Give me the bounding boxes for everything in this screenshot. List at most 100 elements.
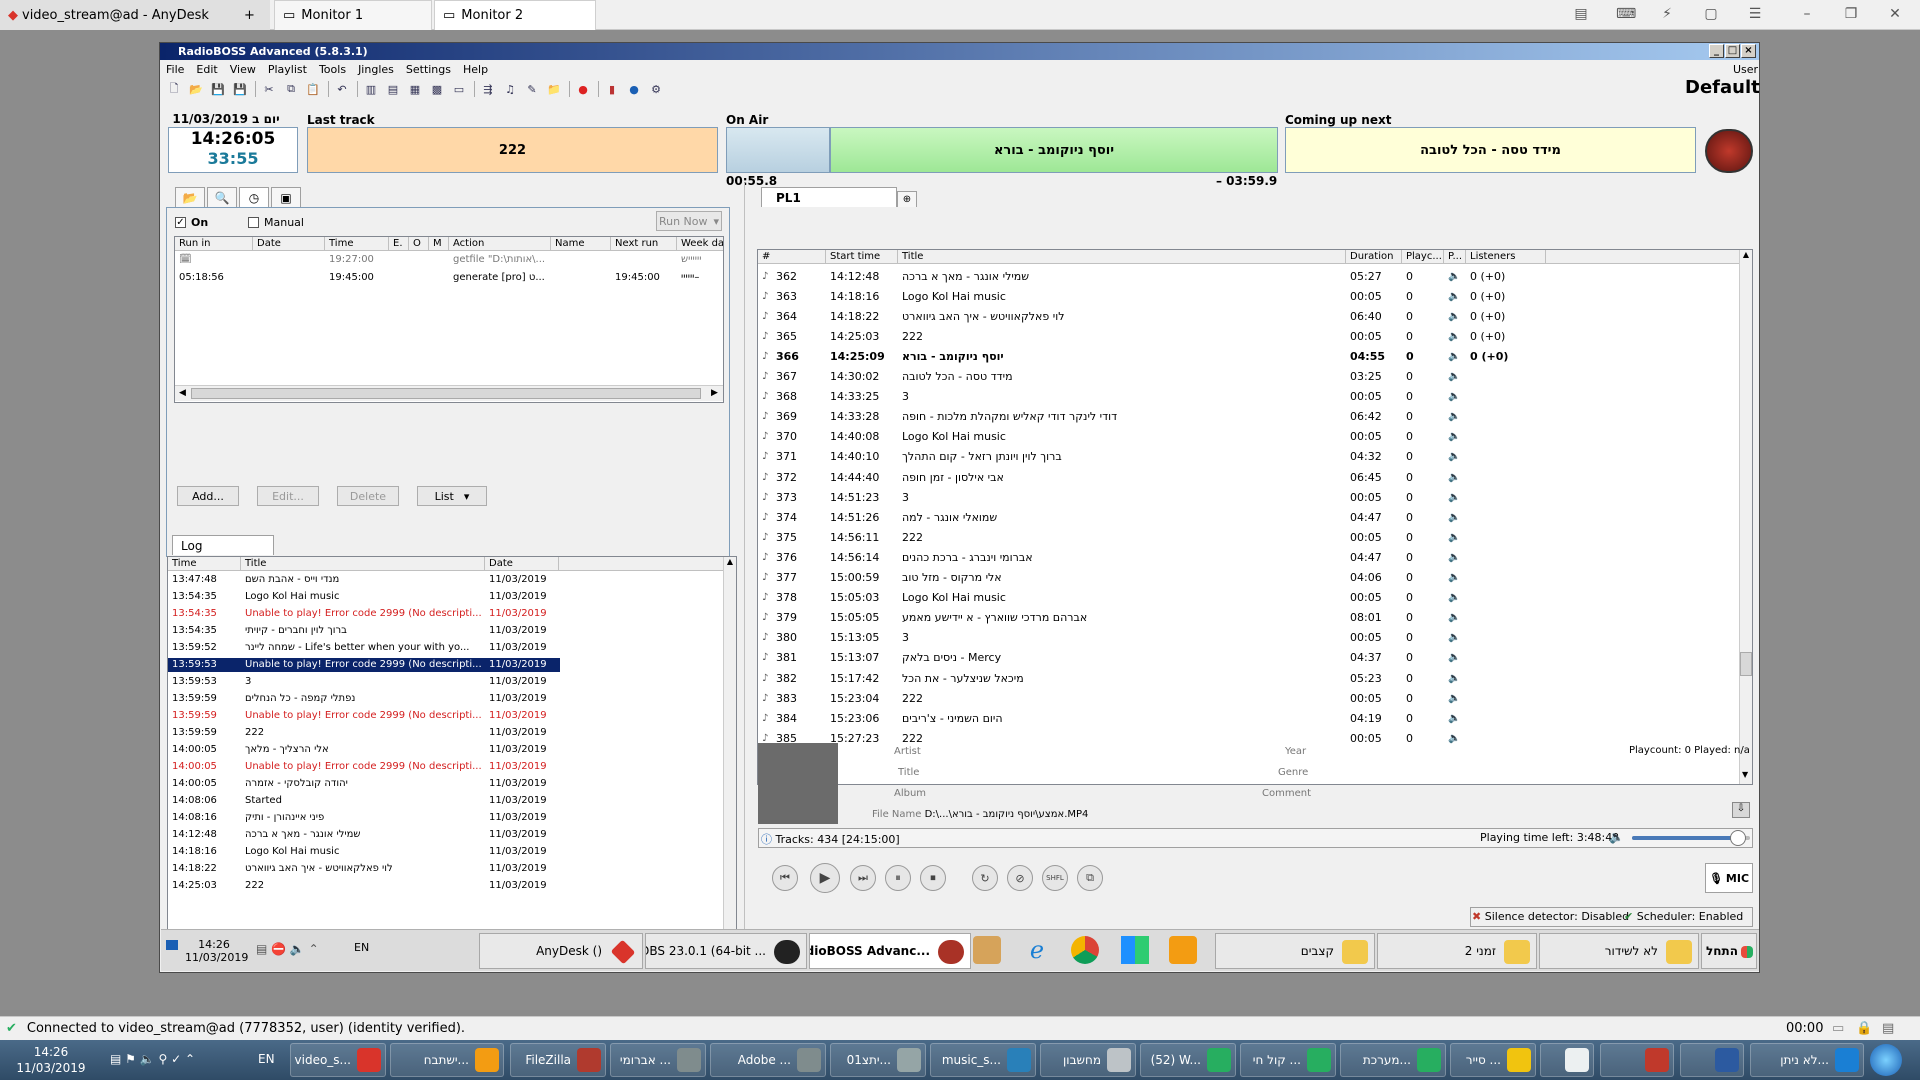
col-log-date[interactable]: Date xyxy=(485,557,559,570)
stop-button[interactable]: ⏹ xyxy=(920,865,946,891)
folder-icon[interactable]: 📁 xyxy=(544,80,564,98)
playlist-row[interactable]: ♪ 376 14:56:14 אברומי וינברג - ברכת כהנים 04… xyxy=(758,547,1546,567)
col-action[interactable]: Action xyxy=(449,237,551,250)
log-row[interactable]: 14:18:16 Logo Kol Hai music 11/03/2019 xyxy=(168,845,560,859)
anydesk-session-tab[interactable]: ◆ video_stream@ad - AnyDesk xyxy=(0,0,270,30)
scroll-thumb[interactable] xyxy=(191,388,701,399)
user-label[interactable]: User xyxy=(1733,63,1758,76)
minimize-icon[interactable]: – xyxy=(1798,6,1816,24)
playlist-generator-icon[interactable]: ⇶ xyxy=(478,80,498,98)
layout-1-icon[interactable]: ▥ xyxy=(361,80,381,98)
save-as-icon[interactable]: 💾 xyxy=(230,80,250,98)
local-taskbar-button[interactable]: (52) W... xyxy=(1140,1043,1236,1077)
shuffle-button[interactable]: SHFL xyxy=(1042,865,1068,891)
local-taskbar-button[interactable] xyxy=(1600,1043,1674,1077)
next-button[interactable]: ⏭ xyxy=(850,865,876,891)
paste-icon[interactable]: 📋 xyxy=(303,80,323,98)
col-next-run[interactable]: Next run xyxy=(611,237,677,250)
taskbar-folder-3[interactable]: לא לשידור xyxy=(1539,933,1699,969)
layout-4-icon[interactable]: ▩ xyxy=(427,80,447,98)
playlist-row[interactable]: ♪ 375 14:56:11 222 00:05 0 🔈 xyxy=(758,527,1546,547)
playlist-scrollbar[interactable]: ▲ ▼ xyxy=(1739,250,1752,784)
panel-splitter[interactable] xyxy=(744,183,745,963)
close-button[interactable]: × xyxy=(1741,44,1756,58)
undo-icon[interactable]: ↶ xyxy=(332,80,352,98)
cut-icon[interactable]: ✂ xyxy=(259,80,279,98)
restore-icon[interactable]: ❐ xyxy=(1842,6,1860,24)
local-taskbar-button[interactable]: יתצ01... xyxy=(830,1043,926,1077)
chat-icon[interactable]: ▤ xyxy=(1572,6,1590,24)
col-time[interactable]: Time xyxy=(325,237,389,250)
taskbar-folder-1[interactable]: קצבים xyxy=(1215,933,1375,969)
local-taskbar-button[interactable]: FileZilla xyxy=(510,1043,606,1077)
col-name[interactable]: Name xyxy=(551,237,611,250)
playlist-row[interactable]: ♪ 364 14:18:22 לוי פאלקאוויטש - איך האב גיו… xyxy=(758,306,1546,326)
log-row[interactable]: 13:59:52 שמחה ליינר - Life's better when … xyxy=(168,641,560,655)
keyboard-icon[interactable]: ⌨ xyxy=(1616,6,1636,24)
playlist-row[interactable]: ♪ 365 14:25:03 222 00:05 0 🔈 0 (+0) xyxy=(758,326,1546,346)
log-row[interactable]: 14:25:03 222 11/03/2019 xyxy=(168,879,560,893)
col-e[interactable]: E. xyxy=(389,237,409,250)
add-button[interactable]: Add... xyxy=(177,486,239,506)
tab-folders[interactable]: 📂 xyxy=(175,187,205,207)
silence-detector-status[interactable]: ✖ Silence detector: Disabled xyxy=(1472,910,1629,923)
tag-editor-icon[interactable]: ✎ xyxy=(522,80,542,98)
layout-5-icon[interactable]: ▭ xyxy=(449,80,469,98)
local-taskbar-button[interactable]: מחשבון xyxy=(1040,1043,1136,1077)
volume-icon[interactable]: 🔈 xyxy=(1609,830,1624,844)
scheduler-row[interactable]: 🗓 19:27:00 getfile "D:\אותות\... ייייייש xyxy=(175,253,723,267)
playlist-row[interactable]: ♪ 381 15:13:07 ניסים בלאק - Mercy 04:37 0 🔈 xyxy=(758,648,1546,668)
tab-scheduler[interactable]: ◷ xyxy=(239,187,269,207)
display-icon[interactable]: ▢ xyxy=(1702,6,1720,24)
manual-checkbox[interactable]: Manual xyxy=(248,216,304,229)
chat-icon[interactable]: ▭ xyxy=(1832,1021,1844,1036)
playlist-row[interactable]: ♪ 362 14:12:48 שמילי אונגר - מאך א ברכה 05:2… xyxy=(758,266,1546,286)
local-lang[interactable]: EN xyxy=(258,1052,275,1066)
menu-tools[interactable]: Tools xyxy=(319,63,346,76)
scroll-left-icon[interactable]: ◀ xyxy=(179,388,186,398)
playlist-row[interactable]: ♪ 368 14:33:25 3 00:05 0 🔈 xyxy=(758,387,1546,407)
col-run-in[interactable]: Run in xyxy=(175,237,253,250)
play-button[interactable]: ▶ xyxy=(810,863,840,893)
local-taskbar-button[interactable]: אברומי ... xyxy=(610,1043,706,1077)
layout-2-icon[interactable]: ▤ xyxy=(383,80,403,98)
on-air-box[interactable]: יוסף ניוקומב - בורא xyxy=(830,127,1278,173)
local-taskbar-button[interactable]: Adobe ... xyxy=(710,1043,826,1077)
tab-log[interactable]: Log xyxy=(172,535,274,555)
tab-search[interactable]: 🔍 xyxy=(207,187,237,207)
playlist-row[interactable]: ♪ 380 15:13:05 3 00:05 0 🔈 xyxy=(758,628,1546,648)
scroll-up-icon[interactable]: ▲ xyxy=(724,557,736,566)
playlist-row[interactable]: ♪ 366 14:25:09 יוסף ניוקומב - בורא 04:55 0 🔈 0 … xyxy=(758,346,1546,366)
log-row[interactable]: 14:00:05 יהודה קובלסקי - אזמרה 11/03/2019 xyxy=(168,777,560,791)
log-row[interactable]: 14:08:06 Started 11/03/2019 xyxy=(168,794,560,808)
on-checkbox[interactable]: ✓ On xyxy=(175,216,208,229)
col-playcount[interactable]: Playc... xyxy=(1402,250,1444,263)
menu-playlist[interactable]: Playlist xyxy=(268,63,307,76)
local-taskbar-button[interactable] xyxy=(1680,1043,1744,1077)
log-row[interactable]: 13:54:35 ברוך לוין וחברים - קיויתי 11/03/2… xyxy=(168,624,560,638)
log-scrollbar[interactable]: ▲ ▼ xyxy=(723,557,736,961)
scroll-down-icon[interactable]: ▼ xyxy=(1742,770,1748,779)
web-icon[interactable]: ● xyxy=(624,80,644,98)
playlist-row[interactable]: ♪ 373 14:51:23 3 00:05 0 🔈 xyxy=(758,487,1546,507)
settings-icon[interactable]: ⚙ xyxy=(646,80,666,98)
log-row[interactable]: 13:59:59 222 11/03/2019 xyxy=(168,726,560,740)
log-row[interactable]: 13:59:59 נפתלי קמפה - כל הנחלים 11/03/2019 xyxy=(168,692,560,706)
remote-lang[interactable]: EN xyxy=(354,941,369,954)
media-player-icon[interactable] xyxy=(1169,936,1197,964)
scheduler-row[interactable]: 05:18:56 19:45:00 generate [pro] ט... 19… xyxy=(175,271,723,285)
col-log-time[interactable]: Time xyxy=(168,557,241,570)
playlist-row[interactable]: ♪ 367 14:30:02 מידד טסה - הכל לטובה 03:25 0 🔈 xyxy=(758,367,1546,387)
tray-icons[interactable]: ▤ ⛔ 🔈 ⌃ xyxy=(256,942,319,956)
menu-icon[interactable]: ☰ xyxy=(1746,6,1764,24)
maximize-button[interactable]: □ xyxy=(1725,44,1740,58)
playlist-row[interactable]: ♪ 383 15:23:04 222 00:05 0 🔈 xyxy=(758,688,1546,708)
col-date[interactable]: Date xyxy=(253,237,325,250)
local-taskbar-button[interactable]: לא ניתן... xyxy=(1750,1043,1864,1077)
local-taskbar-button[interactable]: סייר ... xyxy=(1450,1043,1536,1077)
previous-button[interactable]: ⏮ xyxy=(772,865,798,891)
col-p[interactable]: P... xyxy=(1444,250,1466,263)
show-desktop-icon[interactable] xyxy=(166,940,178,950)
col-week-day[interactable]: Week day xyxy=(677,237,723,250)
log-row[interactable]: 13:54:35 Unable to play! Error code 2999 … xyxy=(168,607,560,621)
